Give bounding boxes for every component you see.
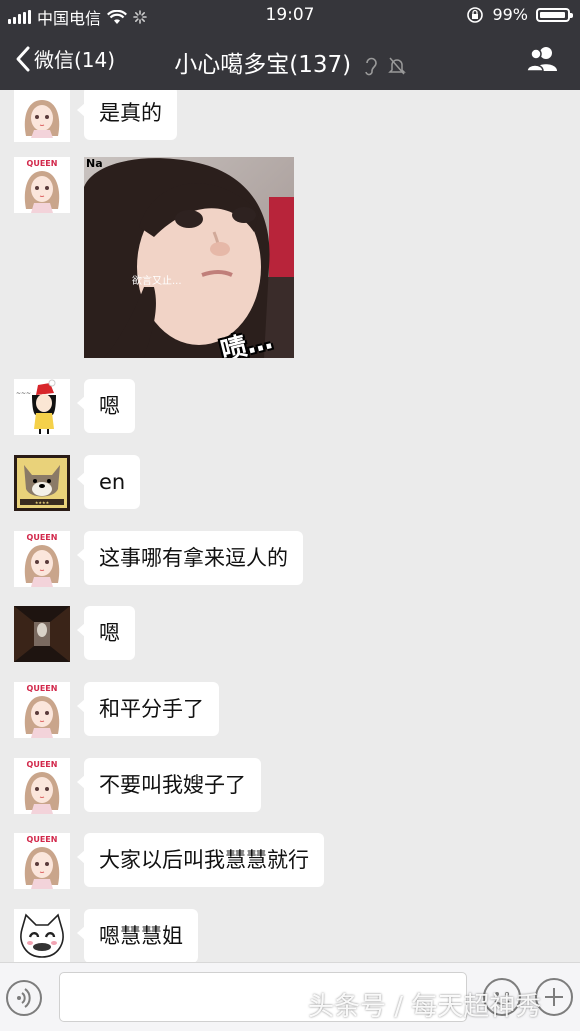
status-right: 99% (466, 5, 573, 24)
message-text: 大家以后叫我慧慧就行 (99, 848, 309, 872)
queen-label: QUEEN (27, 684, 58, 693)
image-tag: Na (86, 157, 103, 170)
avatar[interactable] (14, 909, 70, 962)
message-text: 和平分手了 (99, 697, 204, 721)
message-text: 不要叫我嫂子了 (99, 773, 246, 797)
status-bar: 中国电信 19:07 99% (0, 0, 580, 30)
queen-girl-avatar-icon: QUEEN (14, 682, 70, 738)
message-text: en (99, 470, 126, 494)
avatar[interactable]: ~~~ (14, 379, 70, 435)
image-message[interactable]: Na 欲言又止... 啧… (84, 157, 294, 358)
avatar[interactable]: QUEEN (14, 157, 70, 213)
queen-label: QUEEN (27, 760, 58, 769)
queen-label: QUEEN (27, 533, 58, 542)
dog-avatar-icon: ★★★★ (14, 455, 70, 511)
queen-girl-avatar-icon (14, 90, 70, 142)
avatar[interactable] (14, 90, 70, 142)
message-text: 嗯慧慧姐 (99, 924, 183, 948)
people-icon (526, 47, 557, 72)
group-name: 小心噶多宝(137) (174, 52, 352, 78)
input-bar: 头条号 / 每天超神秀 (0, 962, 580, 1031)
voice-button[interactable] (6, 980, 42, 1016)
watermark: 头条号 / 每天超神秀 (308, 992, 542, 1022)
queen-label: QUEEN (27, 835, 58, 844)
rotation-lock-icon (467, 6, 484, 23)
voice-icon (17, 988, 31, 1008)
cat-avatar-icon (14, 909, 70, 962)
avatar[interactable]: QUEEN (14, 682, 70, 738)
message-text: 嗯 (99, 394, 120, 418)
svg-text:~~~: ~~~ (16, 390, 31, 397)
message-bubble[interactable]: 大家以后叫我慧慧就行 (77, 833, 324, 887)
battery-percent: 99% (492, 5, 528, 24)
message-bubble[interactable]: 这事哪有拿来逗人的 (77, 531, 303, 585)
avatar[interactable]: ★★★★ (14, 455, 70, 511)
battery-icon (536, 7, 573, 22)
group-info-button[interactable] (526, 44, 560, 78)
queen-girl-avatar-icon: QUEEN (14, 157, 70, 213)
avatar[interactable]: QUEEN (14, 758, 70, 814)
queen-girl-avatar-icon: QUEEN (14, 833, 70, 889)
dark-hallway-avatar-icon (14, 606, 70, 662)
message-text: 是真的 (99, 101, 162, 125)
queen-girl-avatar-icon: QUEEN (14, 531, 70, 587)
mute-bell-icon (387, 57, 406, 74)
message-bubble[interactable]: 嗯 (77, 379, 135, 433)
queen-label: QUEEN (27, 159, 58, 168)
message-text: 嗯 (99, 621, 120, 645)
avatar[interactable]: QUEEN (14, 833, 70, 889)
message-bubble[interactable]: 是真的 (77, 90, 177, 140)
avatar[interactable] (14, 606, 70, 662)
chat-header: 微信(14) 小心噶多宝(137) (0, 30, 580, 90)
message-bubble[interactable]: en (76, 455, 141, 509)
message-bubble[interactable]: 嗯慧慧姐 (77, 909, 198, 962)
message-bubble[interactable]: 不要叫我嫂子了 (77, 758, 261, 812)
message-list[interactable]: 是真的 QUEEN Na 欲言又止... 啧… ~~~ 嗯 ★★★★ en QU… (0, 90, 580, 962)
queen-girl-avatar-icon: QUEEN (14, 758, 70, 814)
svg-text:★★★★: ★★★★ (35, 500, 50, 505)
message-text: 这事哪有拿来逗人的 (99, 546, 288, 570)
avatar[interactable]: QUEEN (14, 531, 70, 587)
message-bubble[interactable]: 嗯 (77, 606, 135, 660)
ear-icon (365, 57, 378, 75)
plus-icon (545, 988, 563, 1006)
image-caption-small: 欲言又止... (132, 276, 182, 287)
message-bubble[interactable]: 和平分手了 (77, 682, 219, 736)
cartoon-girl-avatar-icon: ~~~ (14, 379, 70, 435)
chat-title: 小心噶多宝(137) (0, 45, 580, 79)
